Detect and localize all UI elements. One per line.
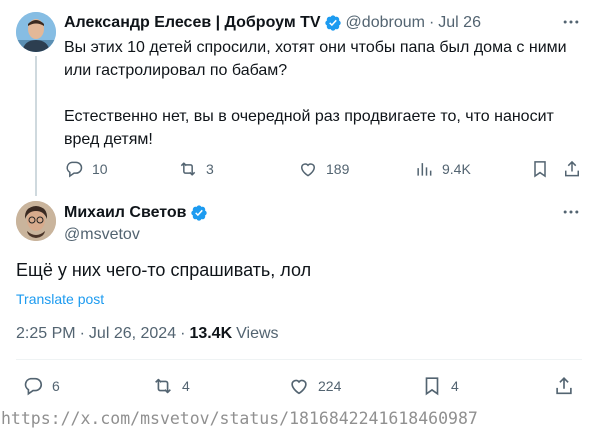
tweet-date[interactable]: Jul 26, 2024 xyxy=(89,325,176,343)
separator-dot: · xyxy=(79,325,85,342)
source-url: https://x.com/msvetov/status/18168422416… xyxy=(1,409,478,428)
views-icon xyxy=(417,163,432,176)
tweet-meta: 2:25 PM · Jul 26, 2024 · 13.4K Views xyxy=(16,325,279,343)
reply-button[interactable]: 10 xyxy=(64,158,108,180)
avatar-photo-icon xyxy=(16,201,56,241)
reply-count: 6 xyxy=(52,378,60,394)
bookmark-button[interactable]: 4 xyxy=(421,373,459,399)
like-icon xyxy=(300,163,316,177)
tweet-actions: 10 3 189 9.4K xyxy=(64,158,584,180)
tweet-text: Вы этих 10 детей спросили, хотят они что… xyxy=(64,39,567,148)
tweet-actions: 6 4 224 4 xyxy=(16,373,582,399)
share-button[interactable] xyxy=(562,158,590,180)
repost-icon xyxy=(180,162,196,176)
parent-tweet[interactable]: Александр Елесев | Доброум TV @dobroum ·… xyxy=(0,0,598,196)
reply-icon xyxy=(24,377,43,396)
tweet-text: Ещё у них чего-то спрашивать, лол xyxy=(16,260,312,280)
repost-button[interactable]: 3 xyxy=(178,158,214,180)
separator-dot: · xyxy=(428,14,435,31)
like-button[interactable]: 189 xyxy=(298,158,349,180)
like-count: 189 xyxy=(326,161,350,177)
repost-icon xyxy=(155,378,171,394)
views-button[interactable]: 9.4K xyxy=(414,158,471,180)
avatar-photo-icon xyxy=(16,12,56,52)
thread-connector-line xyxy=(35,56,37,196)
share-button[interactable] xyxy=(553,373,583,399)
avatar[interactable] xyxy=(16,201,56,241)
more-icon[interactable] xyxy=(559,202,583,222)
tweet-header: Александр Елесев | Доброум TV @dobroum ·… xyxy=(64,13,544,33)
repost-count: 3 xyxy=(206,161,214,177)
bookmark-count: 4 xyxy=(451,378,459,394)
author-handle[interactable]: @msvetov xyxy=(64,226,140,244)
like-icon xyxy=(291,379,307,395)
reply-button[interactable]: 6 xyxy=(22,373,60,399)
share-icon xyxy=(556,377,572,395)
separator-dot: · xyxy=(180,325,186,342)
tweet-date[interactable]: Jul 26 xyxy=(438,14,481,32)
verified-badge-icon xyxy=(324,15,341,31)
reply-author-header: Михаил Светов xyxy=(64,203,212,223)
repost-count: 4 xyxy=(182,378,190,394)
views-count: 13.4K xyxy=(189,325,233,342)
translate-link[interactable]: Translate post xyxy=(16,291,104,307)
like-button[interactable]: 224 xyxy=(288,373,341,399)
author-name[interactable]: Александр Елесев | Доброум TV xyxy=(64,14,321,32)
share-icon xyxy=(565,160,579,177)
divider xyxy=(16,359,582,360)
reply-count: 10 xyxy=(92,161,108,177)
author-handle[interactable]: @dobroum xyxy=(346,14,425,32)
bookmark-button[interactable] xyxy=(530,158,558,180)
reply-icon xyxy=(66,161,83,178)
verified-badge-icon xyxy=(190,205,207,221)
avatar[interactable] xyxy=(16,12,56,52)
tweet-time[interactable]: 2:25 PM xyxy=(16,325,76,343)
bookmark-icon xyxy=(534,161,546,178)
bookmark-icon xyxy=(425,377,439,396)
repost-button[interactable]: 4 xyxy=(152,373,190,399)
views-count: 9.4K xyxy=(442,161,471,177)
views-label: Views xyxy=(236,325,279,342)
like-count: 224 xyxy=(318,378,342,394)
author-name[interactable]: Михаил Светов xyxy=(64,204,187,222)
more-icon[interactable] xyxy=(559,12,583,32)
